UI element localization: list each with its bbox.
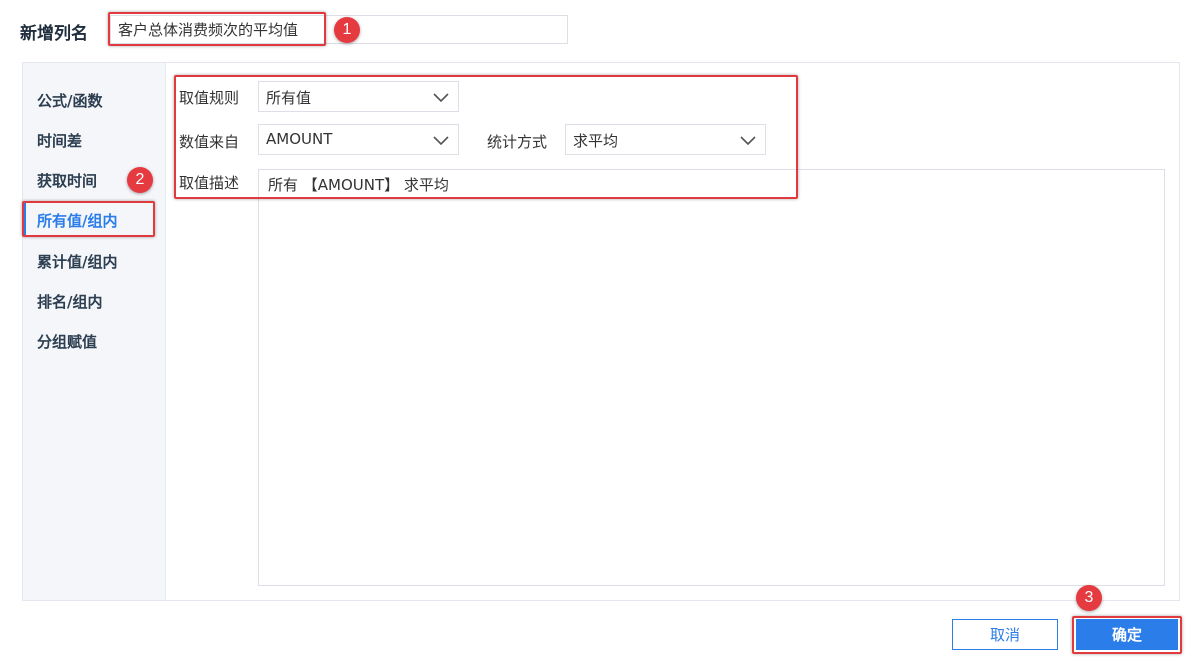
source-select-value: AMOUNT bbox=[266, 130, 333, 148]
desc-label: 取值描述 bbox=[179, 174, 240, 192]
cancel-button[interactable]: 取消 bbox=[952, 619, 1058, 650]
stat-select-value: 求平均 bbox=[573, 132, 619, 150]
sidebar-item-rank[interactable]: 排名/组内 bbox=[37, 291, 102, 312]
step-badge-3: 3 bbox=[1076, 585, 1102, 611]
description-textarea[interactable]: 所有 【AMOUNT】 求平均 bbox=[258, 169, 1165, 586]
step-badge-2: 2 bbox=[127, 167, 153, 193]
chevron-down-icon bbox=[740, 136, 756, 146]
stat-select[interactable]: 求平均 bbox=[565, 124, 766, 155]
column-name-label: 新增列名 bbox=[20, 24, 88, 44]
sidebar-item-group-assign[interactable]: 分组赋值 bbox=[37, 331, 97, 352]
description-text: 所有 【AMOUNT】 求平均 bbox=[268, 176, 449, 194]
sidebar-item-cumulative[interactable]: 累计值/组内 bbox=[37, 251, 117, 272]
sidebar-item-all-values[interactable]: 所有值/组内 bbox=[23, 202, 118, 236]
chevron-down-icon bbox=[433, 136, 449, 146]
rule-select[interactable]: 所有值 bbox=[258, 81, 459, 112]
sidebar-item-formula[interactable]: 公式/函数 bbox=[37, 90, 102, 111]
source-label: 数值来自 bbox=[179, 133, 240, 151]
chevron-down-icon bbox=[433, 93, 449, 103]
rule-label: 取值规则 bbox=[179, 89, 240, 107]
stat-label: 统计方式 bbox=[487, 133, 548, 151]
step-badge-1: 1 bbox=[334, 17, 360, 43]
sidebar-item-get-time[interactable]: 获取时间 bbox=[37, 170, 97, 191]
active-indicator bbox=[23, 202, 26, 236]
rule-select-value: 所有值 bbox=[266, 89, 312, 107]
confirm-button[interactable]: 确定 bbox=[1076, 619, 1178, 650]
sidebar-item-time-diff[interactable]: 时间差 bbox=[37, 130, 82, 151]
sidebar-item-label: 所有值/组内 bbox=[37, 212, 118, 230]
source-select[interactable]: AMOUNT bbox=[258, 124, 459, 155]
function-sidebar: 公式/函数 时间差 获取时间 所有值/组内 累计值/组内 排名/组内 分组赋值 bbox=[23, 63, 166, 600]
config-panel: 公式/函数 时间差 获取时间 所有值/组内 累计值/组内 排名/组内 分组赋值 … bbox=[22, 62, 1180, 601]
